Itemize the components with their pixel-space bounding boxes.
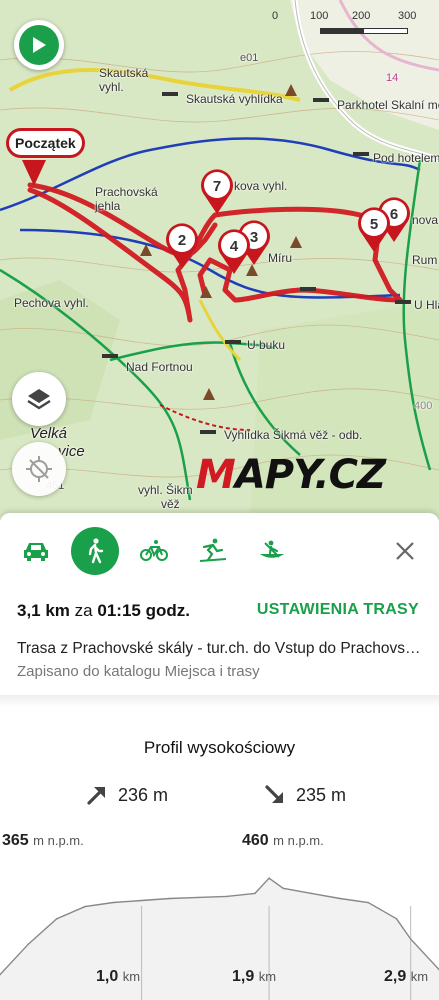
map-label-route-14: 14 [386,72,399,84]
my-location-button[interactable] [12,442,66,496]
map-label-code-e01: e01 [240,52,259,64]
transport-mode-bar [0,527,439,577]
start-pin-tail [22,160,46,186]
waypoint-pin-7[interactable]: 7 [199,168,235,216]
map-label-nova: nova [412,213,439,227]
profile-point [84,905,86,908]
profile-point [395,917,398,920]
mode-walk-button[interactable] [71,527,119,575]
car-icon [24,543,48,561]
descent-value: 235 m [296,784,347,805]
profile-point [367,901,369,904]
route-settings-button[interactable]: USTAWIENIA TRASY [257,601,419,619]
descent-stat: 235 m [264,784,346,806]
waypoint-number: 4 [229,237,239,255]
play-icon [33,37,46,53]
route-time: 01:15 godz. [97,601,190,620]
profile-point [225,895,228,898]
profile-point [197,896,200,899]
bicycle-icon [140,540,168,561]
route-distance: 3,1 km [17,601,70,620]
distance-label-2: 1,9 km [232,968,277,985]
distance-label-1: 1,0 km [96,968,141,985]
ascent-arrow-icon [87,787,105,805]
waypoint-pin-4[interactable]: 4 [216,228,252,276]
elevation-profile-chart[interactable] [0,858,439,1000]
map-label-skautska-vyhlidka: Skautská vyhlídka [186,92,283,106]
elevation-profile-title: Profil wysokościowy [143,738,296,757]
map-label-velka: Velká [30,425,67,442]
waypoint-pin-2[interactable]: 2 [164,222,200,270]
profile-point [310,892,313,895]
waypoint-number: 2 [177,231,187,249]
waypoint-number: 5 [369,215,379,233]
ascent-value: 236 m [118,784,169,805]
profile-point [140,899,143,902]
waypoint-pin-5[interactable]: 5 [356,206,392,254]
profile-point [27,943,30,945]
scale-200: 200 [352,10,371,22]
map-label-vez: věž [161,497,180,511]
map-label-kova-vyhl: kova vyhl. [234,179,288,193]
start-point-label[interactable]: Początek [6,128,85,158]
map-label-rum: Rum [412,253,438,267]
ascent-stat: 236 m [86,784,168,806]
map-label-skautska-vyhl: Skautská vyhl. [99,66,149,94]
mode-boat-button[interactable] [248,527,296,575]
mapy-cz-logo: MAPY.CZ [196,452,386,498]
profile-point [55,917,58,920]
waypoint-number: 7 [212,177,222,195]
profile-point [409,938,412,940]
scale-100: 100 [310,10,329,22]
map-label-u-hla: U Hla [414,298,439,312]
layers-button[interactable] [12,372,66,426]
profile-point [268,877,270,879]
route-panel: 3,1 km za 01:15 godz. USTAWIENIA TRASY T… [0,513,439,1000]
panel-divider [0,695,439,707]
map-label-u-buku: U buku [247,338,286,352]
layers-icon [27,389,51,410]
map-scale: 0 100 200 300 [272,10,422,40]
map-label-nad-fortnou: Nad Fortnou [126,360,193,374]
profile-point [169,897,171,900]
mode-ski-button[interactable] [189,527,237,575]
profile-point [112,901,115,904]
map-view[interactable]: Skautská vyhl. Skautská vyhlídka Parkhot… [0,0,439,520]
start-navigation-button[interactable] [14,20,64,70]
map-label-pechova: Pechova vyhl. [14,296,89,310]
min-elevation-label: 365 m n.p.m. [2,832,84,849]
map-label-pod-hotelem: Pod hotelem [373,151,439,165]
profile-point [339,897,341,900]
location-disabled-icon [26,456,52,482]
map-label-prachovska-jehla: Prachovská jehla [95,185,158,213]
cross-country-ski-icon [199,538,227,562]
scale-300: 300 [398,10,417,22]
map-label-elev-400: 400 [414,400,433,412]
map-label-parkhotel: Parkhotel Skalní mě [337,98,439,112]
max-elevation-label: 460 m n.p.m. [242,832,324,849]
canoe-icon [260,540,284,558]
route-za: za [74,601,93,620]
route-name[interactable]: Trasa z Prachovské skály - tur.ch. do Vs… [17,640,422,658]
distance-label-3: 2,9 km [384,968,429,985]
map-label-vyhl-sikm: vyhl. Šikm [138,483,193,497]
close-icon[interactable] [393,539,417,563]
route-summary: 3,1 km za 01:15 godz. [17,601,190,621]
catalog-note[interactable]: Zapisano do katalogu Miejsca i trasy [17,663,260,680]
descent-arrow-icon [265,785,283,803]
profile-point [254,892,256,895]
map-label-vyhlidka-sikma: Vyhlídka Šikmá věž - odb. [224,428,363,442]
walking-icon [88,538,104,564]
mode-car-button[interactable] [12,527,60,575]
mode-bike-button[interactable] [130,527,178,575]
scale-0: 0 [272,10,279,22]
profile-point [282,887,285,890]
